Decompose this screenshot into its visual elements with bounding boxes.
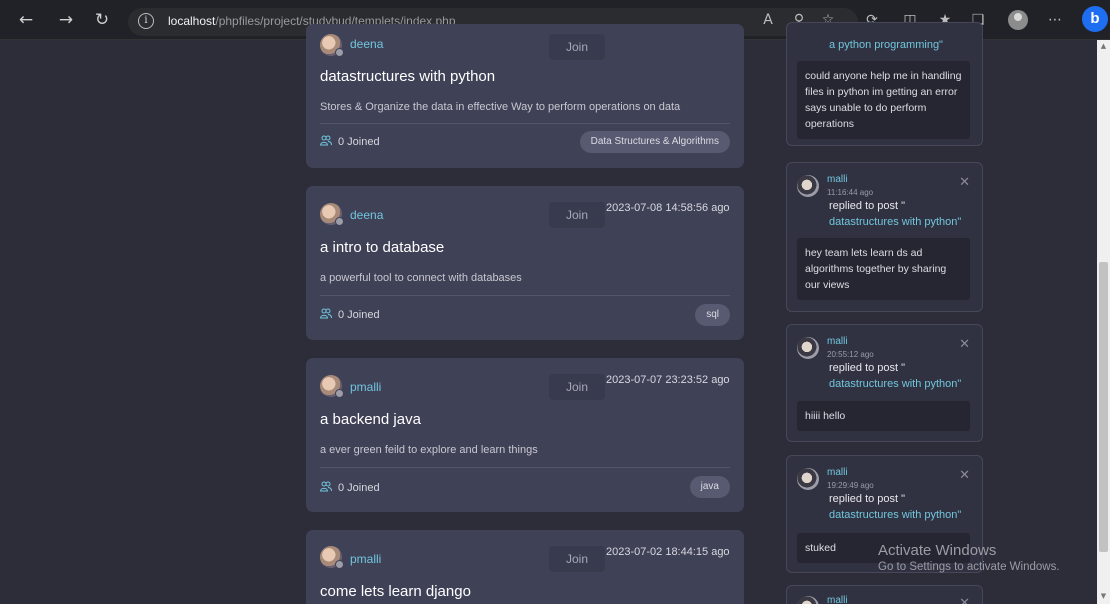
read-aloud-icon[interactable]: A (758, 10, 778, 30)
room-host-link[interactable]: pmalli (350, 552, 381, 566)
activity-reply-text: replied to post " (829, 362, 906, 374)
join-button[interactable]: Join (549, 34, 605, 60)
room-host-link[interactable]: deena (350, 37, 383, 51)
activity-item: a python programming" could anyone help … (786, 22, 983, 146)
activity-item: malli 11:16:44 ago ✕ replied to post " d… (786, 162, 983, 312)
bing-chat-icon[interactable]: b (1082, 6, 1108, 32)
joined-count: 0 Joined (320, 135, 380, 148)
join-button[interactable]: Join (549, 374, 605, 400)
site-info-icon[interactable]: i (138, 13, 154, 29)
topic-tag[interactable]: Data Structures & Algorithms (579, 131, 730, 153)
watermark-title: Activate Windows (878, 542, 997, 559)
forward-icon[interactable]: → (54, 8, 78, 32)
users-icon (320, 308, 332, 319)
topic-tag[interactable]: sql (695, 304, 730, 326)
room-card[interactable]: deena Join 2023-07-08 14:58:56 ago a int… (306, 186, 744, 340)
close-icon[interactable]: ✕ (959, 468, 970, 483)
activity-post-link[interactable]: datastructures with python" (829, 509, 961, 521)
close-icon[interactable]: ✕ (959, 337, 970, 352)
page-scrollbar[interactable]: ▲ ▼ (1097, 40, 1110, 604)
activity-user-link[interactable]: malli (827, 467, 848, 478)
topic-tag[interactable]: java (689, 476, 730, 498)
close-icon[interactable]: ✕ (959, 596, 970, 604)
room-card[interactable]: pmalli Join 2023-07-02 18:44:15 ago come… (306, 530, 744, 604)
room-description: Stores & Organize the data in effective … (320, 101, 681, 113)
users-icon (320, 481, 332, 492)
activity-reply-text: replied to post " (829, 200, 906, 212)
room-date: 2023-07-07 23:23:52 ago (606, 374, 730, 386)
room-description: a powerful tool to connect with database… (320, 272, 522, 284)
activity-message: hiiii hello (797, 401, 970, 431)
activity-post-link[interactable]: datastructures with python" (829, 216, 961, 228)
user-avatar[interactable] (320, 203, 344, 226)
activity-time: 20:55:12 ago (827, 350, 874, 359)
profile-avatar-icon[interactable] (1008, 10, 1028, 30)
watermark-subtitle: Go to Settings to activate Windows. (878, 561, 1060, 573)
activity-time: 11:16:44 ago (827, 188, 874, 197)
refresh-icon[interactable]: ↻ (90, 8, 114, 32)
room-title[interactable]: a intro to database (320, 239, 444, 256)
room-card[interactable]: deena Join datastructures with python St… (306, 24, 744, 168)
joined-count: 0 Joined (320, 481, 380, 494)
join-button[interactable]: Join (549, 202, 605, 228)
activity-post-link[interactable]: datastructures with python" (829, 378, 961, 390)
card-divider (320, 295, 730, 296)
user-avatar[interactable] (320, 375, 344, 398)
user-avatar[interactable] (797, 175, 819, 197)
activity-time: 19:29:49 ago (827, 481, 874, 490)
user-avatar[interactable] (320, 34, 344, 57)
activate-windows-watermark: Activate Windows Go to Settings to activ… (878, 542, 1060, 573)
room-date: 2023-07-08 14:58:56 ago (606, 202, 730, 214)
room-title[interactable]: a backend java (320, 411, 421, 428)
activity-item: malli 20:55:12 ago ✕ replied to post " d… (786, 324, 983, 442)
users-icon (320, 135, 332, 146)
room-date: 2023-07-02 18:44:15 ago (606, 546, 730, 558)
activity-item: malli ✕ (786, 585, 983, 604)
user-avatar[interactable] (320, 546, 344, 569)
room-host-link[interactable]: pmalli (350, 380, 381, 394)
join-button[interactable]: Join (549, 546, 605, 572)
activity-user-link[interactable]: malli (827, 174, 848, 185)
activity-user-link[interactable]: malli (827, 595, 848, 604)
back-icon[interactable]: ← (14, 8, 38, 32)
room-host-link[interactable]: deena (350, 208, 383, 222)
activity-reply-text: replied to post " (829, 493, 906, 505)
room-card[interactable]: pmalli Join 2023-07-07 23:23:52 ago a ba… (306, 358, 744, 512)
activity-message: could anyone help me in handling files i… (797, 61, 970, 139)
user-avatar[interactable] (797, 596, 819, 604)
room-description: a ever green feild to explore and learn … (320, 444, 538, 456)
scroll-down-icon[interactable]: ▼ (1099, 592, 1108, 600)
user-avatar[interactable] (797, 337, 819, 359)
scroll-up-icon[interactable]: ▲ (1099, 42, 1108, 50)
scrollbar-thumb[interactable] (1099, 262, 1108, 552)
user-avatar[interactable] (797, 468, 819, 490)
card-divider (320, 123, 730, 124)
card-divider (320, 467, 730, 468)
activity-user-link[interactable]: malli (827, 336, 848, 347)
room-title[interactable]: datastructures with python (320, 68, 495, 85)
joined-count: 0 Joined (320, 308, 380, 321)
close-icon[interactable]: ✕ (959, 175, 970, 190)
more-menu-icon[interactable]: ⋯ (1045, 10, 1065, 30)
room-title[interactable]: come lets learn django (320, 583, 471, 600)
activity-post-link[interactable]: a python programming" (829, 39, 943, 51)
activity-message: hey team lets learn ds ad algorithms tog… (797, 238, 970, 300)
